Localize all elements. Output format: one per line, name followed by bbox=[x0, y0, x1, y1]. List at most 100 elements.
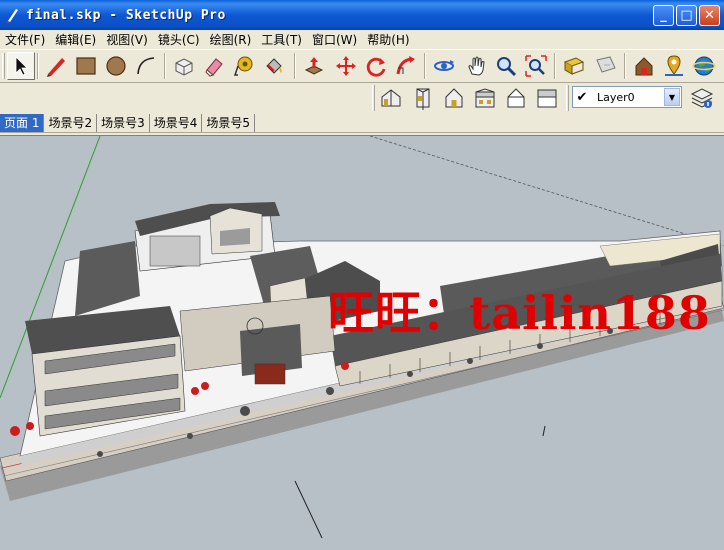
follow-me-button[interactable] bbox=[392, 52, 420, 80]
main-toolbar bbox=[0, 49, 724, 83]
toolbar-separator bbox=[37, 53, 39, 79]
get-models-button[interactable] bbox=[630, 52, 658, 80]
rectangle-icon bbox=[76, 57, 96, 75]
section-plane-button[interactable] bbox=[592, 52, 620, 80]
magnifier-icon bbox=[497, 57, 517, 77]
front-house-icon bbox=[445, 88, 463, 108]
layer-dropdown[interactable]: ✔ Layer0 ▼ bbox=[572, 86, 682, 108]
hand-icon bbox=[468, 56, 485, 76]
tab-scene-1[interactable]: 页面 1 bbox=[0, 113, 45, 132]
right-view-icon bbox=[475, 88, 495, 108]
toolbar-grip[interactable] bbox=[372, 85, 375, 111]
line-tool-button[interactable] bbox=[42, 52, 70, 80]
select-tool-button[interactable] bbox=[7, 52, 35, 80]
model-scene bbox=[0, 136, 724, 539]
tab-scene-2[interactable]: 场景号2 bbox=[44, 113, 98, 132]
sketchup-app-icon[interactable] bbox=[6, 7, 20, 23]
left-view-button[interactable] bbox=[533, 84, 561, 112]
section-plane-icon bbox=[596, 56, 616, 73]
tape-measure-button[interactable] bbox=[230, 52, 258, 80]
pan-tool-button[interactable] bbox=[462, 52, 490, 80]
paint-bucket-button[interactable] bbox=[260, 52, 288, 80]
inference-line bbox=[294, 480, 323, 539]
toolbar-separator bbox=[294, 53, 296, 79]
menu-window[interactable]: 窗口(W) bbox=[309, 31, 364, 48]
push-pull-icon bbox=[304, 57, 324, 75]
menu-edit[interactable]: 编辑(E) bbox=[52, 31, 103, 48]
toolbar-grip[interactable] bbox=[566, 85, 569, 111]
make-component-button[interactable] bbox=[170, 52, 198, 80]
gable-window bbox=[220, 228, 250, 246]
front-view-button[interactable] bbox=[440, 84, 468, 112]
menu-file[interactable]: 文件(F) bbox=[2, 31, 52, 48]
move-tool-button[interactable] bbox=[332, 52, 360, 80]
minimize-button[interactable]: _ bbox=[653, 5, 674, 26]
red-axis-dashed bbox=[369, 136, 724, 247]
toolbar-separator bbox=[424, 53, 426, 79]
menu-draw[interactable]: 绘图(R) bbox=[207, 31, 259, 48]
tape-measure-icon bbox=[233, 56, 253, 76]
scene-tabs: 页面 1 场景号2 场景号3 场景号4 场景号5 bbox=[0, 113, 724, 133]
maximize-button[interactable]: □ bbox=[676, 5, 697, 26]
tab-scene-3[interactable]: 场景号3 bbox=[97, 113, 150, 132]
orbit-tool-button[interactable] bbox=[430, 52, 458, 80]
tab-scene-4[interactable]: 场景号4 bbox=[150, 113, 203, 132]
layer-name: Layer0 bbox=[597, 90, 635, 104]
title-bar: final.skp - SketchUp Pro _ □ ✕ bbox=[0, 0, 724, 30]
close-button[interactable]: ✕ bbox=[699, 5, 720, 26]
watermark-text: 旺旺：tailin188 bbox=[328, 286, 711, 340]
paint-bucket-icon bbox=[266, 58, 282, 74]
previous-view-icon bbox=[563, 57, 585, 75]
menu-help[interactable]: 帮助(H) bbox=[364, 31, 416, 48]
right-view-button[interactable] bbox=[471, 84, 499, 112]
toolbar-separator bbox=[164, 53, 166, 79]
rotate-tool-button[interactable] bbox=[362, 52, 390, 80]
menu-tools[interactable]: 工具(T) bbox=[258, 31, 309, 48]
zoom-extents-button[interactable] bbox=[522, 52, 550, 80]
add-location-button[interactable] bbox=[660, 52, 688, 80]
circle-tool-button[interactable] bbox=[102, 52, 130, 80]
layers-stack-icon bbox=[690, 88, 714, 108]
menu-camera[interactable]: 镜头(C) bbox=[155, 31, 207, 48]
main-hall-windows bbox=[149, 235, 201, 267]
warehouse-icon bbox=[635, 57, 653, 76]
back-house-icon bbox=[507, 88, 525, 108]
views-layers-toolbar: ✔ Layer0 ▼ bbox=[0, 83, 724, 113]
rectangle-tool-button[interactable] bbox=[72, 52, 100, 80]
pencil-icon bbox=[47, 58, 65, 77]
circle-icon bbox=[106, 56, 126, 76]
dropdown-arrow-icon[interactable]: ▼ bbox=[664, 88, 680, 106]
window-title: final.skp - SketchUp Pro bbox=[26, 7, 226, 23]
menu-bar: 文件(F) 编辑(E) 视图(V) 镜头(C) 绘图(R) 工具(T) 窗口(W… bbox=[0, 30, 724, 48]
rotate-icon bbox=[366, 57, 386, 77]
iso-view-button[interactable] bbox=[377, 84, 405, 112]
move-arrows-icon bbox=[336, 56, 356, 76]
toolbar-separator bbox=[554, 53, 556, 79]
zoom-extents-icon bbox=[525, 55, 547, 77]
google-earth-button[interactable] bbox=[690, 52, 718, 80]
push-pull-button[interactable] bbox=[300, 52, 328, 80]
top-view-icon bbox=[416, 88, 430, 110]
modeling-viewport[interactable]: 旺旺：tailin188 bbox=[0, 135, 724, 550]
orbit-icon bbox=[434, 60, 454, 71]
zoom-tool-button[interactable] bbox=[492, 52, 520, 80]
active-layer-check-icon[interactable]: ✔ bbox=[573, 90, 591, 105]
red-gate-door bbox=[254, 363, 286, 385]
left-view-icon bbox=[537, 89, 557, 108]
previous-view-button[interactable] bbox=[560, 52, 588, 80]
back-view-button[interactable] bbox=[502, 84, 530, 112]
eraser-icon bbox=[205, 58, 223, 77]
menu-view[interactable]: 视图(V) bbox=[103, 31, 155, 48]
arc-tool-button[interactable] bbox=[132, 52, 160, 80]
follow-me-icon bbox=[396, 56, 415, 75]
toolbar-grip[interactable] bbox=[2, 53, 5, 79]
top-view-button[interactable] bbox=[409, 84, 437, 112]
component-box-icon bbox=[175, 58, 193, 76]
eraser-tool-button[interactable] bbox=[200, 52, 228, 80]
tab-scene-5[interactable]: 场景号5 bbox=[202, 113, 256, 132]
inference-mark bbox=[542, 425, 546, 437]
globe-icon bbox=[692, 56, 716, 76]
layer-manager-button[interactable] bbox=[688, 84, 716, 112]
arrow-cursor-icon bbox=[15, 56, 28, 76]
arc-icon bbox=[137, 57, 155, 75]
